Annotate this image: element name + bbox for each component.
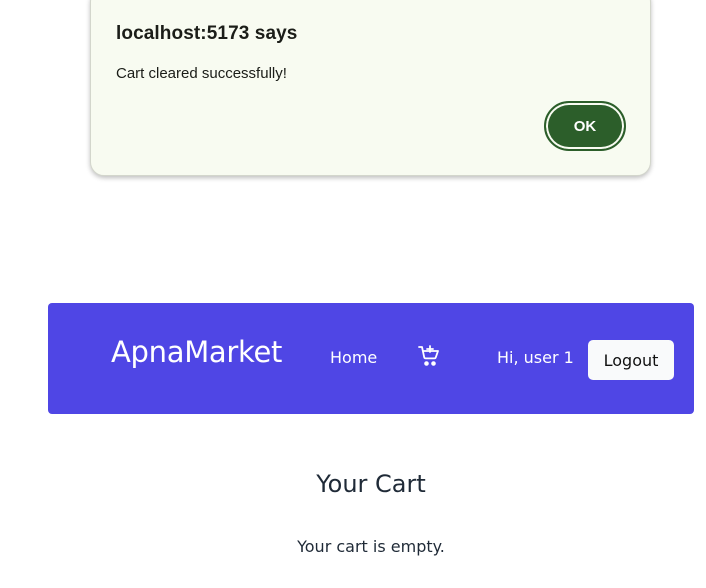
cart-plus-icon[interactable] (417, 344, 441, 368)
ok-button[interactable]: OK (544, 101, 626, 151)
brand-logo[interactable]: ApnaMarket (111, 335, 282, 369)
dialog-title: localhost:5173 says (116, 23, 298, 44)
nav-home-link[interactable]: Home (330, 348, 377, 367)
navbar: ApnaMarket Home Hi, user 1 Logout (48, 303, 694, 414)
logout-button[interactable]: Logout (588, 340, 674, 380)
dialog-message: Cart cleared successfully! (116, 65, 287, 82)
user-greeting: Hi, user 1 (497, 348, 574, 367)
alert-dialog: localhost:5173 says Cart cleared success… (90, 0, 651, 176)
cart-empty-message: Your cart is empty. (297, 537, 445, 556)
page: localhost:5173 says Cart cleared success… (0, 0, 706, 588)
page-title: Your Cart (316, 470, 426, 498)
